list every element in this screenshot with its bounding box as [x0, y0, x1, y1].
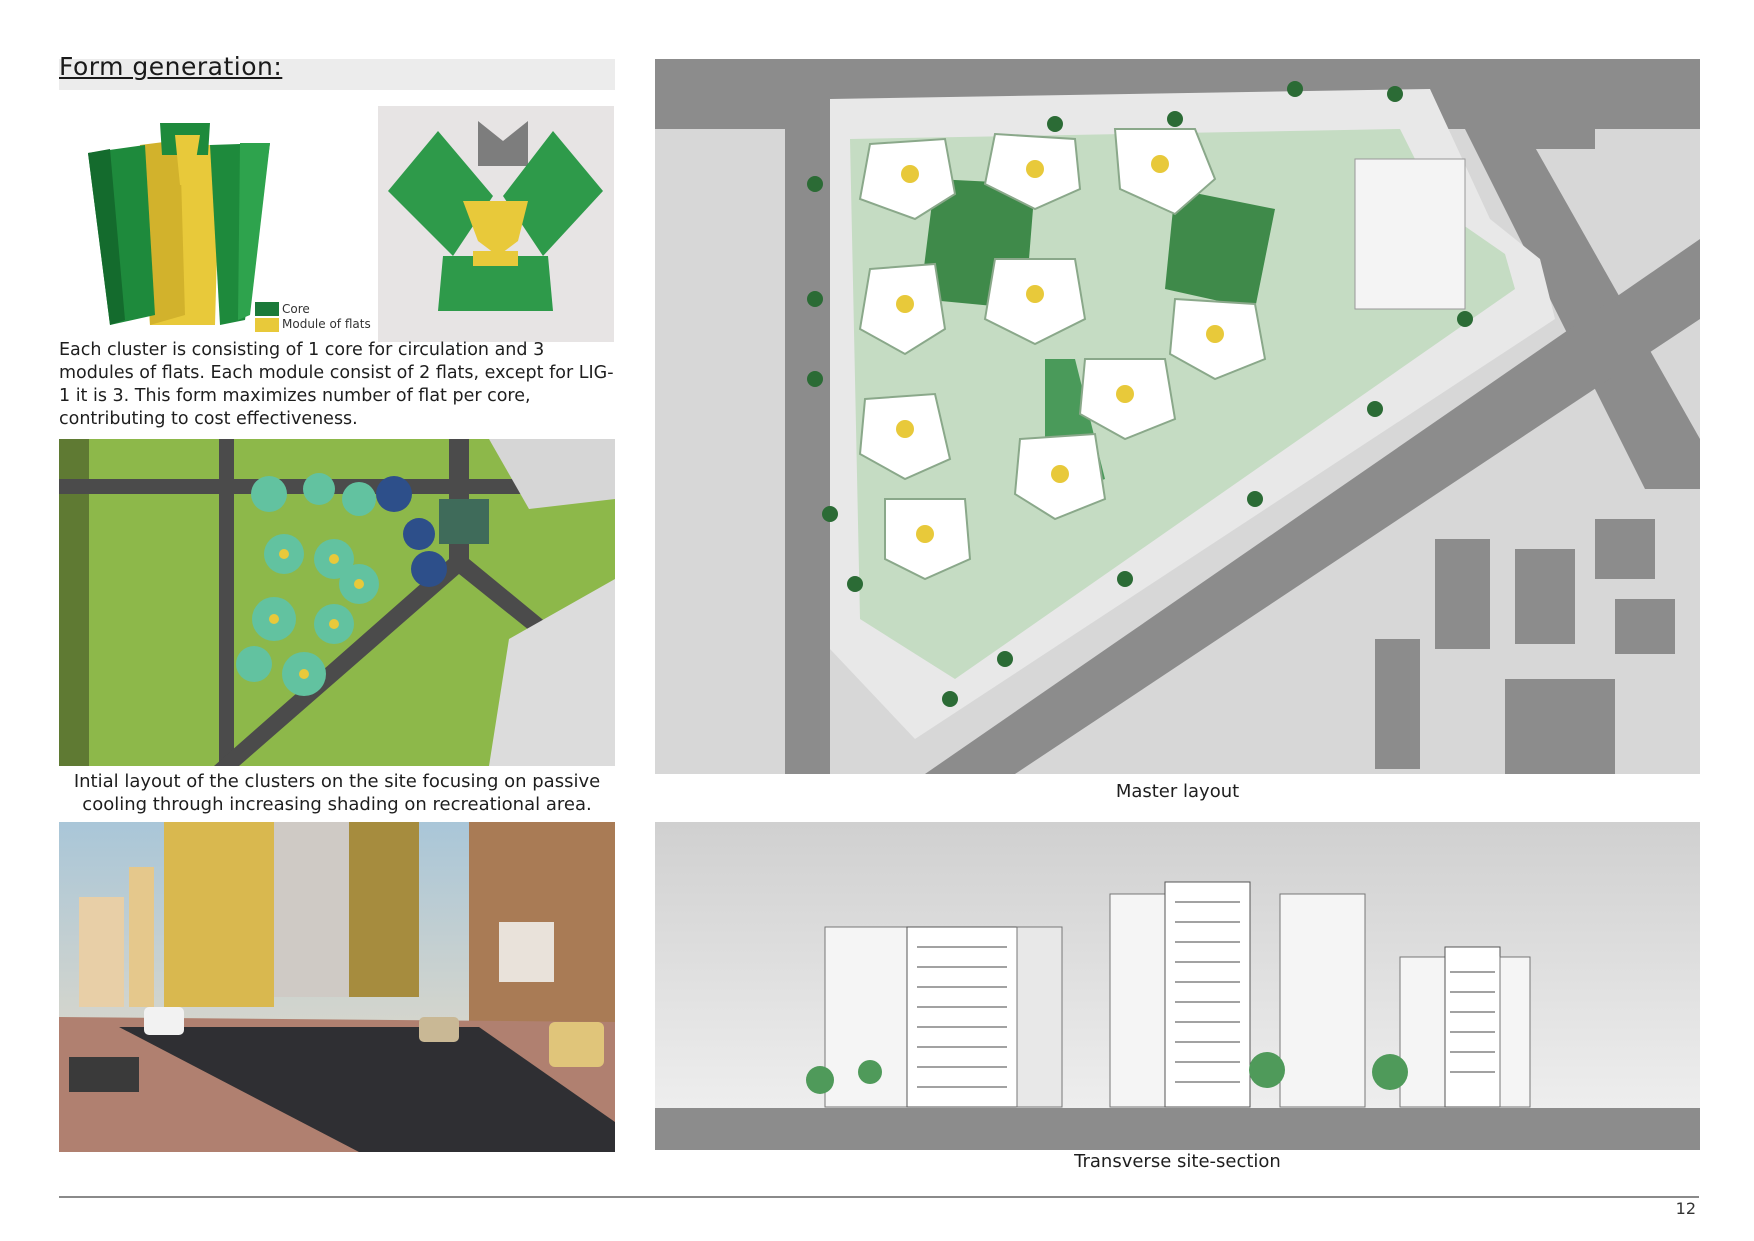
initial-layout-render: [59, 439, 615, 766]
site-section-drawing: [655, 822, 1700, 1150]
section-caption: Transverse site-section: [1074, 1151, 1281, 1172]
master-layout-plan: [655, 59, 1700, 774]
legend-module-swatch: [255, 318, 279, 332]
legend-core-swatch: [255, 302, 279, 316]
footer-divider: [59, 1196, 1699, 1198]
page-number: 12: [1675, 1199, 1696, 1218]
description-text: Each cluster is consisting of 1 core for…: [59, 340, 614, 429]
legend-core-label: Core: [282, 302, 310, 316]
form-diagram-topview: [378, 106, 614, 342]
form-diagram-axonometric: [80, 115, 280, 330]
master-layout-caption: Master layout: [1115, 781, 1240, 802]
legend-module-label: Module of flats: [282, 317, 371, 331]
initial-layout-caption: Intial layout of the clusters on the sit…: [73, 771, 601, 815]
page-title: Form generation:: [59, 52, 283, 81]
street-render: [59, 822, 615, 1152]
